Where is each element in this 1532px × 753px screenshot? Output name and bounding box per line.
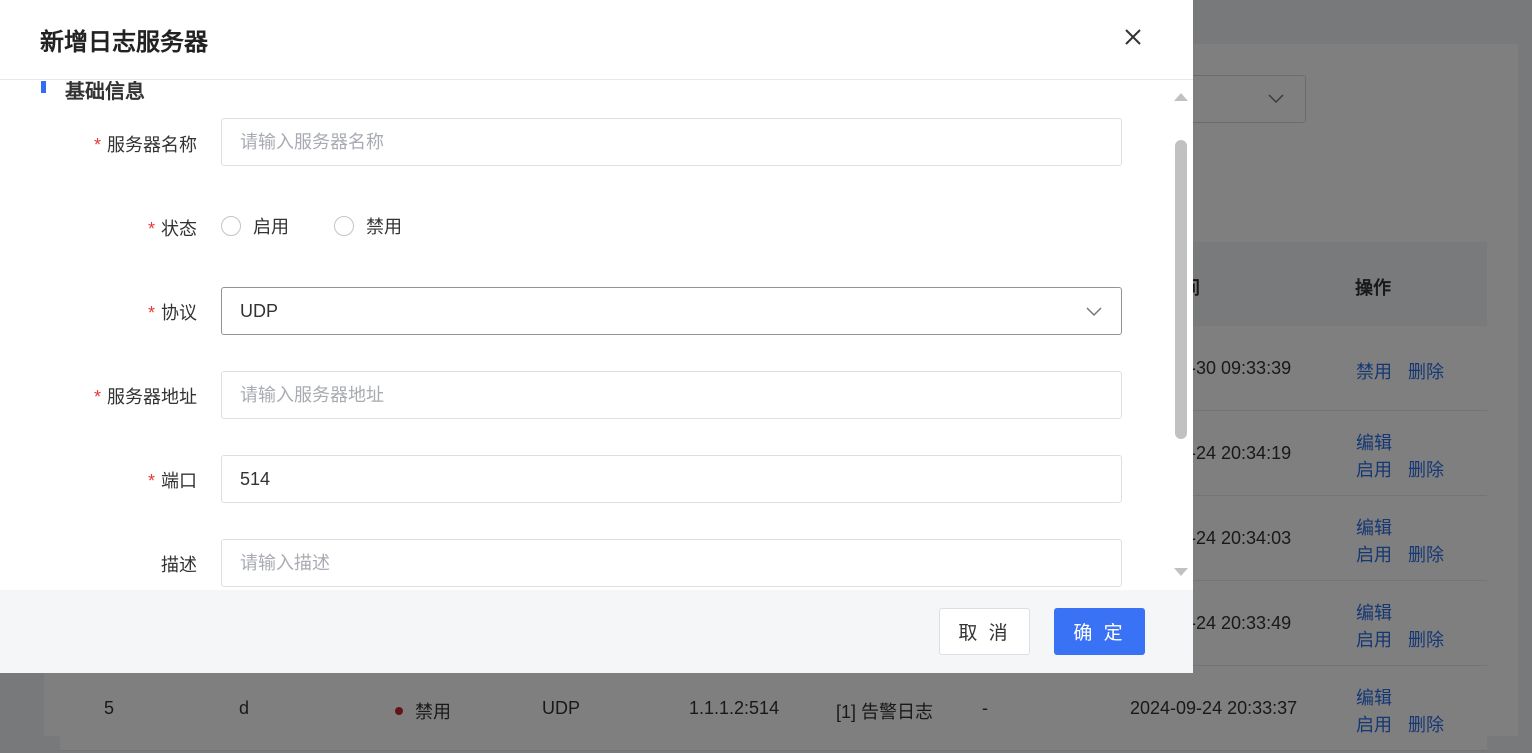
scroll-up-arrow-icon[interactable] bbox=[1174, 93, 1188, 101]
status-radio-disable[interactable]: 禁用 bbox=[334, 215, 402, 237]
dialog-footer: 取 消 确 定 bbox=[0, 590, 1193, 673]
protocol-select-value: UDP bbox=[240, 301, 279, 321]
radio-circle-icon bbox=[221, 216, 241, 236]
status-label: * 状态 bbox=[147, 219, 197, 239]
dialog-title: 新增日志服务器 bbox=[40, 29, 208, 56]
server-name-label: * 服务器名称 bbox=[93, 135, 197, 155]
server-name-input[interactable] bbox=[221, 118, 1122, 166]
scrollbar-thumb[interactable] bbox=[1175, 140, 1187, 439]
cancel-button[interactable]: 取 消 bbox=[939, 608, 1030, 655]
scroll-down-arrow-icon[interactable] bbox=[1174, 568, 1188, 576]
port-input[interactable] bbox=[221, 455, 1122, 503]
server-address-label: * 服务器地址 bbox=[93, 387, 197, 407]
protocol-select[interactable]: UDP bbox=[221, 287, 1122, 335]
dialog-body[interactable]: 基础信息 *服务器名称 *状态 启用 禁用 *协议 UDP *服务器地址 *端口… bbox=[0, 81, 1193, 590]
close-icon[interactable] bbox=[1120, 24, 1146, 50]
section-title: 基础信息 bbox=[41, 81, 145, 103]
port-label: * 端口 bbox=[147, 471, 197, 491]
description-input[interactable] bbox=[221, 539, 1122, 587]
description-label: 描述 bbox=[161, 555, 197, 575]
dialog-header: 新增日志服务器 bbox=[0, 0, 1193, 80]
confirm-button[interactable]: 确 定 bbox=[1054, 608, 1145, 655]
server-address-input[interactable] bbox=[221, 371, 1122, 419]
radio-circle-icon bbox=[334, 216, 354, 236]
protocol-label: * 协议 bbox=[147, 303, 197, 323]
chevron-down-icon bbox=[1086, 307, 1102, 317]
add-log-server-dialog: 新增日志服务器 基础信息 *服务器名称 *状态 启用 禁用 *协议 UDP *服… bbox=[0, 0, 1193, 673]
status-radio-enable[interactable]: 启用 bbox=[221, 215, 289, 237]
